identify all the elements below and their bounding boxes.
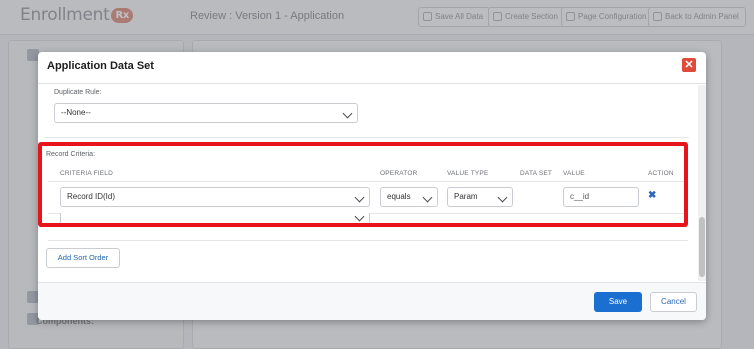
- value-input[interactable]: c__id: [563, 187, 639, 207]
- table-header-divider: [48, 181, 688, 182]
- delete-icon[interactable]: ✖: [648, 190, 656, 201]
- scroll-thumb[interactable]: [699, 217, 705, 277]
- divider: [44, 137, 689, 138]
- chevron-down-icon: [354, 211, 365, 222]
- chevron-down-icon: [422, 192, 433, 203]
- col-operator: OPERATOR: [380, 170, 418, 177]
- new-criteria-field-select[interactable]: [60, 211, 370, 227]
- modal-scrollbar[interactable]: [698, 85, 706, 281]
- record-criteria-label: Record Criteria:: [46, 151, 96, 158]
- col-data-set: DATA SET: [520, 170, 553, 177]
- col-criteria-field: CRITERIA FIELD: [60, 170, 114, 177]
- criteria-field-select[interactable]: Record ID(Id): [60, 187, 370, 207]
- value-type-value: Param: [454, 192, 478, 201]
- add-sort-order-button[interactable]: Add Sort Order: [46, 248, 120, 268]
- application-data-set-modal: Application Data Set ✕ Duplicate Rule: -…: [38, 52, 706, 320]
- duplicate-rule-value: --None--: [61, 108, 91, 117]
- value-text: c__id: [570, 192, 590, 201]
- modal-body: Duplicate Rule: --None-- Record Criteria…: [38, 85, 706, 281]
- save-button[interactable]: Save: [594, 292, 642, 312]
- col-value: VALUE: [563, 170, 585, 177]
- modal-header: Application Data Set ✕: [38, 52, 706, 84]
- divider: [48, 240, 688, 241]
- value-type-select[interactable]: Param: [447, 187, 513, 207]
- duplicate-rule-label: Duplicate Rule:: [54, 89, 102, 96]
- chevron-down-icon: [354, 192, 365, 203]
- duplicate-rule-select[interactable]: --None--: [54, 103, 358, 123]
- operator-value: equals: [387, 192, 411, 201]
- close-icon[interactable]: ✕: [682, 58, 696, 72]
- chevron-down-icon: [342, 108, 353, 119]
- modal-footer: Save Cancel: [38, 282, 706, 320]
- col-action: ACTION: [648, 170, 674, 177]
- operator-select[interactable]: equals: [380, 187, 438, 207]
- modal-title: Application Data Set: [47, 60, 154, 72]
- chevron-down-icon: [497, 192, 508, 203]
- criteria-field-value: Record ID(Id): [67, 192, 116, 201]
- cancel-button[interactable]: Cancel: [650, 292, 697, 312]
- col-value-type: VALUE TYPE: [447, 170, 489, 177]
